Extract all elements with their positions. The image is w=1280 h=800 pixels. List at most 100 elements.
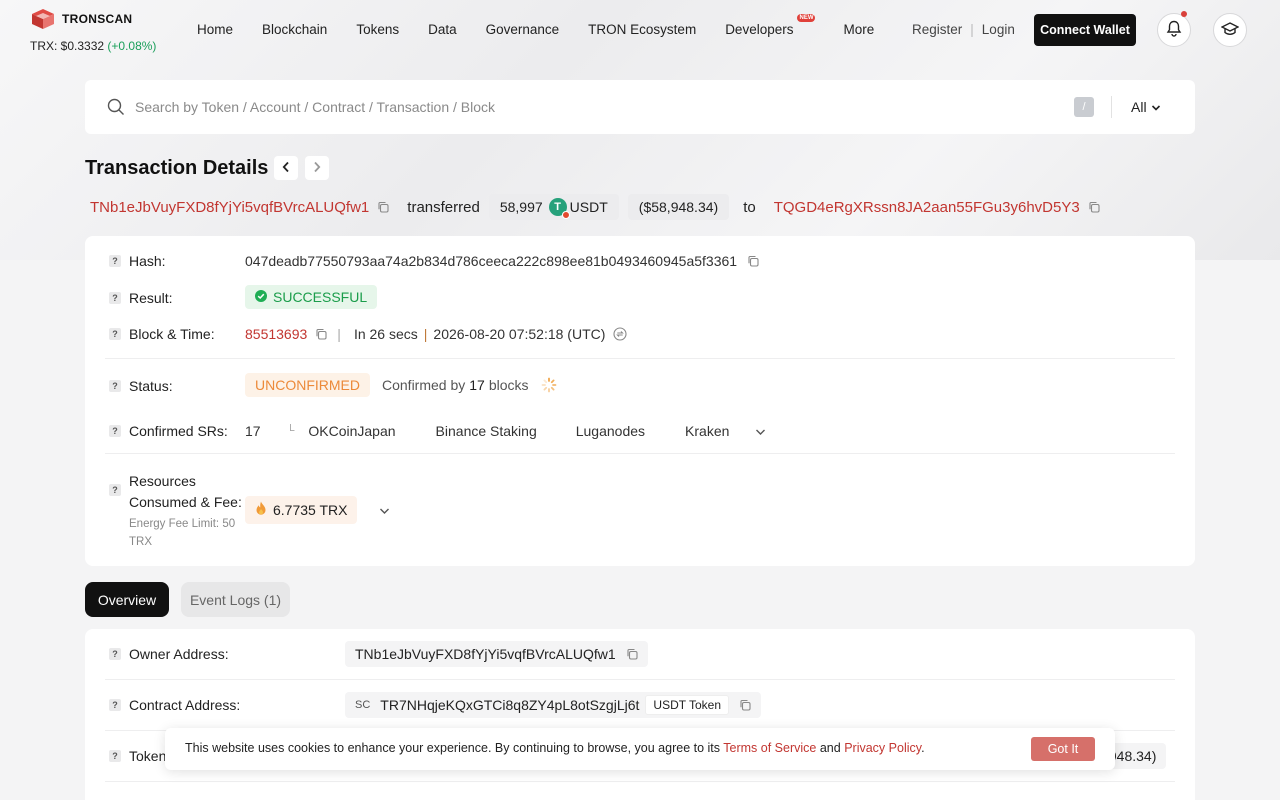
- contract-value-container: SC TR7NHqjeKQxGTCi8q8ZY4pL8otSzgjLj6t US…: [345, 692, 761, 718]
- divider: [105, 781, 1175, 782]
- transfer-usd-value: ($58,948.34): [627, 194, 730, 220]
- help-icon[interactable]: ?: [109, 425, 121, 437]
- result-badge: SUCCESSFUL: [245, 285, 378, 309]
- search-scope-dropdown[interactable]: All: [1131, 99, 1161, 115]
- next-transaction-button[interactable]: [305, 156, 329, 180]
- main-nav: Home Blockchain Tokens Data Governance T…: [197, 14, 903, 37]
- search-bar: [85, 80, 1195, 134]
- result-label: Result:: [129, 290, 173, 306]
- help-icon[interactable]: ?: [109, 484, 121, 496]
- prev-transaction-button[interactable]: [274, 156, 298, 180]
- nav-developers[interactable]: Developers NEW: [725, 14, 816, 37]
- privacy-policy-link[interactable]: Privacy Policy: [844, 741, 921, 755]
- nav-more[interactable]: More: [843, 22, 874, 37]
- contract-token-tag[interactable]: USDT Token: [645, 695, 729, 715]
- resources-label-line1: Resources: [129, 473, 196, 489]
- status-value-container: UNCONFIRMED Confirmed by 17 blocks: [245, 373, 557, 397]
- sr-item[interactable]: Kraken: [685, 423, 729, 439]
- nav-home[interactable]: Home: [197, 22, 233, 37]
- cookie-accept-button[interactable]: Got It: [1031, 737, 1095, 761]
- notifications-button[interactable]: [1157, 11, 1191, 47]
- nav-tron-ecosystem[interactable]: TRON Ecosystem: [588, 22, 696, 37]
- help-icon[interactable]: ?: [109, 328, 121, 340]
- status-label: Status:: [129, 378, 173, 394]
- loading-spinner-icon: [541, 377, 557, 393]
- smart-contract-tag: SC: [355, 699, 371, 711]
- help-icon[interactable]: ?: [109, 750, 121, 762]
- copy-icon[interactable]: [377, 201, 389, 213]
- logo[interactable]: TRONSCAN: [30, 8, 132, 30]
- copy-icon[interactable]: [315, 328, 327, 340]
- search-shortcut-key: /: [1074, 97, 1094, 117]
- nav-governance[interactable]: Governance: [486, 22, 560, 37]
- contract-address[interactable]: TR7NHqjeKQxGTCi8q8ZY4pL8otSzgjLj6t: [380, 697, 639, 713]
- terms-of-service-link[interactable]: Terms of Service: [723, 741, 816, 755]
- copy-icon[interactable]: [739, 699, 751, 711]
- copy-icon[interactable]: [626, 648, 638, 660]
- block-age: In 26 secs: [353, 326, 418, 342]
- search-icon: [107, 98, 125, 119]
- tab-event-logs[interactable]: Event Logs (1): [181, 582, 290, 617]
- expand-fee-chevron-icon[interactable]: [379, 502, 390, 518]
- usdt-token-icon: T: [548, 198, 570, 219]
- sr-item[interactable]: OKCoinJapan: [308, 423, 395, 439]
- divider: [105, 453, 1175, 454]
- contract-row-label: ? Contract Address:: [109, 697, 240, 713]
- nav-tokens[interactable]: Tokens: [356, 22, 399, 37]
- srs-value-container: 17 └ OKCoinJapan Binance Staking Luganod…: [245, 423, 766, 439]
- block-row-label: ? Block & Time:: [109, 326, 215, 342]
- copy-icon[interactable]: [747, 255, 759, 267]
- academy-button[interactable]: [1213, 13, 1247, 47]
- tree-connector-icon: └: [286, 425, 295, 437]
- tab-overview[interactable]: Overview: [85, 582, 169, 617]
- search-input[interactable]: [135, 96, 1035, 118]
- register-link[interactable]: Register: [912, 22, 962, 37]
- cookie-message: This website uses cookies to enhance you…: [185, 741, 925, 755]
- chevron-down-icon: [1151, 99, 1161, 115]
- srs-label: Confirmed SRs:: [129, 423, 228, 439]
- hash-label: Hash:: [129, 253, 166, 269]
- login-link[interactable]: Login: [982, 22, 1015, 37]
- from-address-link[interactable]: TNb1eJbVuyFXD8fYjYi5vqfBVrcALUQfw1: [90, 199, 369, 216]
- help-icon[interactable]: ?: [109, 380, 121, 392]
- owner-address[interactable]: TNb1eJbVuyFXD8fYjYi5vqfBVrcALUQfw1: [355, 646, 616, 662]
- token-label: Token: [129, 748, 167, 764]
- owner-row-label: ? Owner Address:: [109, 646, 229, 662]
- to-address-link[interactable]: TQGD4eRgXRssn8JA2aan55FGu3y6hvD5Y3: [774, 199, 1080, 216]
- transaction-details-card: ? Hash: 047deadb77550793aa74a2b834d786ce…: [85, 236, 1195, 566]
- block-label: Block & Time:: [129, 326, 215, 342]
- chevron-left-icon: [282, 160, 290, 176]
- connect-wallet-button[interactable]: Connect Wallet: [1034, 14, 1136, 46]
- nav-blockchain[interactable]: Blockchain: [262, 22, 327, 37]
- amount-pill: 58,997 T USDT: [488, 194, 619, 220]
- time-format-toggle-icon[interactable]: [613, 327, 627, 341]
- help-icon[interactable]: ?: [109, 648, 121, 660]
- expand-srs-chevron-icon[interactable]: [755, 423, 766, 439]
- contract-label: Contract Address:: [129, 697, 241, 713]
- confirmed-by-prefix: Confirmed by: [382, 377, 466, 393]
- sr-item[interactable]: Binance Staking: [436, 423, 537, 439]
- help-icon[interactable]: ?: [109, 699, 121, 711]
- help-icon[interactable]: ?: [109, 255, 121, 267]
- sr-item[interactable]: Luganodes: [576, 423, 645, 439]
- copy-icon[interactable]: [1088, 201, 1100, 213]
- nav-data[interactable]: Data: [428, 22, 457, 37]
- help-icon[interactable]: ?: [109, 292, 121, 304]
- block-value-container: 85513693 | In 26 secs | 2026-08-20 07:52…: [245, 326, 627, 342]
- block-number-link[interactable]: 85513693: [245, 326, 307, 342]
- transfer-verb: transferred: [407, 198, 480, 216]
- transfer-amount: 58,997: [499, 199, 543, 215]
- srs-count: 17: [245, 423, 261, 439]
- tronscan-logo-icon: [30, 8, 56, 30]
- status-row-label: ? Status:: [109, 378, 173, 394]
- chevron-right-icon: [313, 160, 321, 176]
- cookie-text: This website uses cookies to enhance you…: [185, 741, 721, 755]
- divider: [105, 358, 1175, 359]
- block-time: 2026-08-20 07:52:18 (UTC): [433, 326, 606, 342]
- trx-price-value: TRX: $0.3332: [30, 39, 105, 53]
- token-row-label: ? Token: [109, 748, 166, 764]
- transfer-token-symbol[interactable]: USDT: [570, 199, 608, 215]
- cookie-banner: This website uses cookies to enhance you…: [165, 728, 1115, 770]
- search-scope-label: All: [1131, 99, 1147, 115]
- cookie-end: .: [921, 741, 925, 755]
